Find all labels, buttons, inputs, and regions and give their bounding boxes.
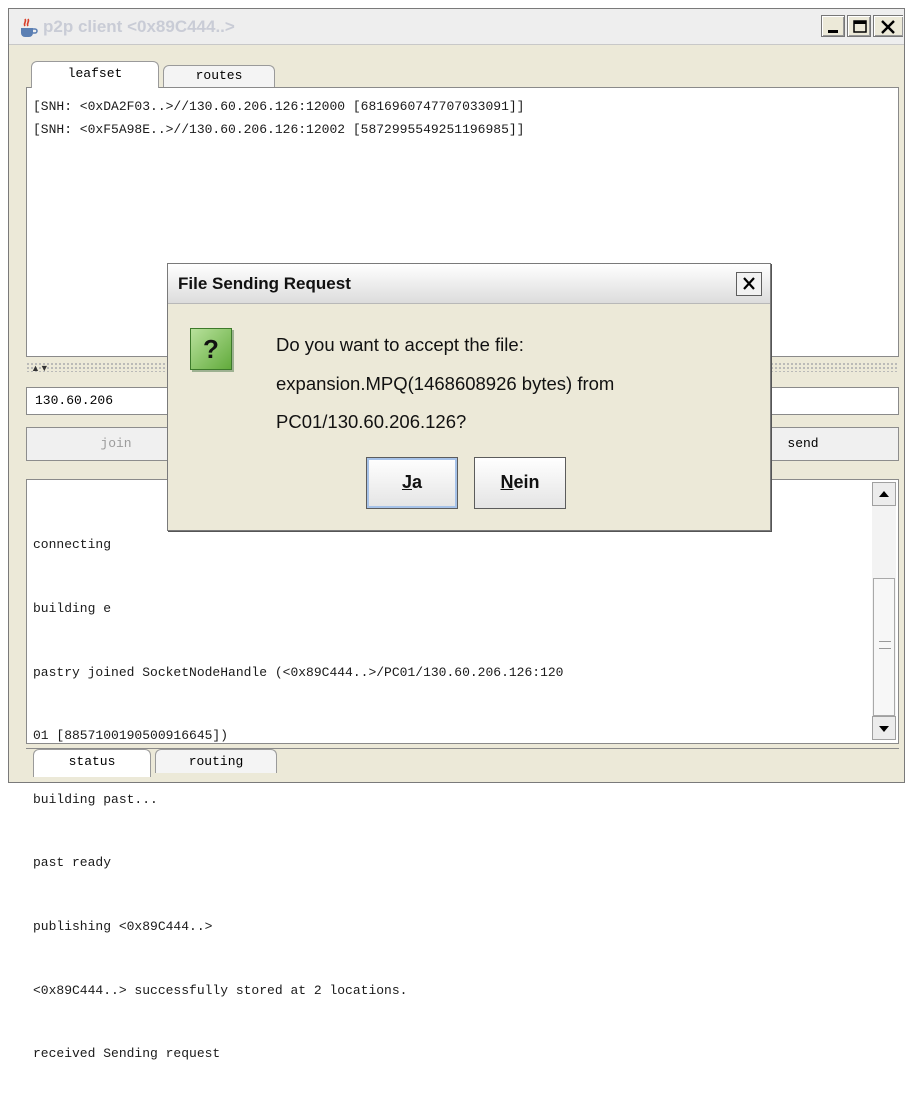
close-button[interactable] (873, 15, 903, 37)
log-line: building e (33, 601, 112, 617)
log-line: past ready (33, 855, 112, 871)
log-line: building past... (33, 791, 158, 807)
yes-mnemonic: J (401, 472, 412, 492)
java-cup-icon (21, 18, 38, 37)
title-bar[interactable]: p2p client <0x89C444..> (9, 9, 904, 45)
maximize-icon (853, 20, 867, 33)
minimize-icon (828, 30, 838, 33)
leafset-entry: [SNH: <0xDA2F03..>//130.60.206.126:12000… (33, 99, 525, 114)
close-icon (743, 277, 755, 290)
tab-leafset[interactable]: leafset (31, 61, 159, 88)
arrow-up-icon (879, 491, 889, 497)
tab-routing[interactable]: routing (155, 749, 277, 773)
scroll-thumb[interactable] (873, 578, 895, 716)
scroll-up-button[interactable] (872, 482, 896, 506)
tab-routes[interactable]: routes (163, 65, 275, 87)
dialog-message-line: Do you want to accept the file: (276, 334, 524, 355)
scroll-down-button[interactable] (872, 716, 896, 740)
dialog-title-bar[interactable]: File Sending Request (168, 264, 770, 304)
no-label-rest: ein (513, 472, 540, 492)
vertical-scrollbar[interactable] (872, 482, 896, 740)
log-line: connecting (33, 537, 112, 553)
log-line: 01 [8857100190500916645]) (33, 728, 229, 744)
question-icon: ? (190, 328, 232, 370)
file-request-dialog: File Sending Request ? Do you want to ac… (167, 263, 771, 531)
dialog-title: File Sending Request (178, 274, 351, 293)
window-title: p2p client <0x89C444..> (43, 17, 235, 36)
log-line: received Sending request (33, 1046, 221, 1062)
dialog-close-button[interactable] (736, 272, 762, 296)
yes-label-rest: a (412, 472, 423, 492)
log-line: pastry joined SocketNodeHandle (<0x89C44… (33, 664, 564, 680)
leafset-entry: [SNH: <0xF5A98E..>//130.60.206.126:12002… (33, 122, 525, 137)
no-mnemonic: N (500, 472, 514, 492)
yes-button[interactable]: Ja (366, 457, 458, 509)
dialog-message-line: PC01/130.60.206.126? (276, 411, 467, 432)
dialog-message-line: expansion.MPQ(1468608926 bytes) from (276, 373, 615, 394)
status-log-text: connecting building e pastry joined Sock… (33, 492, 869, 1107)
close-icon (881, 20, 895, 34)
grip-icon (879, 641, 891, 649)
arrow-down-icon (879, 726, 889, 732)
minimize-button[interactable] (821, 15, 845, 37)
no-button[interactable]: Nein (474, 457, 566, 509)
log-line: <0x89C444..> successfully stored at 2 lo… (33, 982, 408, 998)
split-arrows-icon[interactable]: ▲▼ (31, 363, 49, 373)
maximize-button[interactable] (847, 15, 871, 37)
log-line: publishing <0x89C444..> (33, 919, 213, 935)
tab-status[interactable]: status (33, 749, 151, 777)
